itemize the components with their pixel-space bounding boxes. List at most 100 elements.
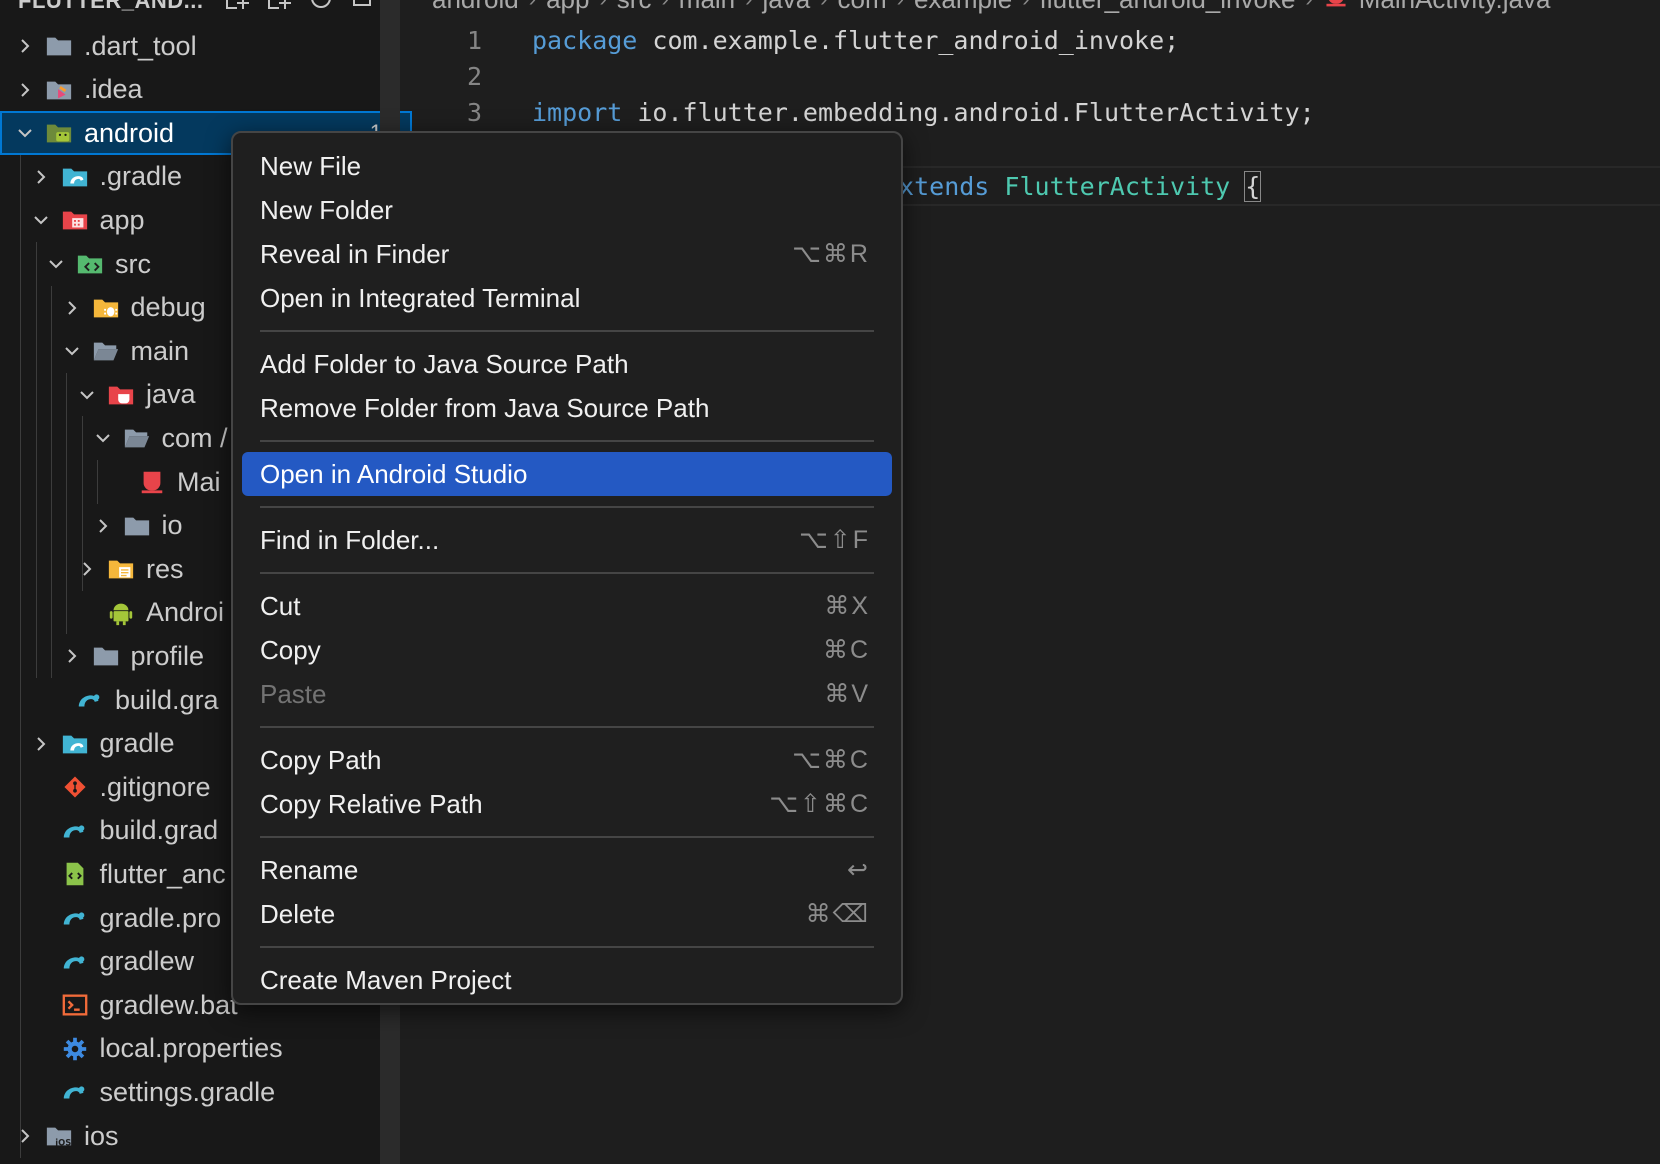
menu-item-copy[interactable]: Copy ⌘C [242, 628, 892, 672]
menu-item-create-maven-project[interactable]: Create Maven Project [242, 958, 892, 1002]
menu-item-shortcut: ⌘⌫ [805, 900, 870, 928]
menu-item-shortcut: ⌘C [822, 636, 870, 664]
menu-item-copy-path[interactable]: Copy Path ⌥⌘C [242, 738, 892, 782]
tree-item-label: local.properties [99, 1033, 283, 1064]
new-file-icon[interactable] [223, 0, 251, 18]
menu-item-cut[interactable]: Cut ⌘X [242, 584, 892, 628]
menu-item-paste: Paste ⌘V [242, 672, 892, 716]
code-line[interactable]: 3 import io.flutter.embedding.android.Flu… [400, 94, 1660, 130]
code-line[interactable]: 1 package com.example.flutter_android_inv… [400, 22, 1660, 58]
gradle-folder-icon [58, 729, 92, 759]
tree-item-label: Mai [177, 466, 221, 497]
menu-item-copy-relative-path[interactable]: Copy Relative Path ⌥⇧⌘C [242, 782, 892, 826]
menu-item-reveal-in-finder[interactable]: Reveal in Finder ⌥⌘R [242, 232, 892, 276]
menu-item-label: Cut [260, 590, 301, 621]
breadcrumb-item[interactable]: src [617, 0, 652, 15]
menu-item-shortcut: ⌥⌘R [792, 240, 870, 268]
tree-item-label: src [115, 248, 151, 279]
folder-icon [89, 641, 123, 671]
folder-icon [120, 511, 154, 541]
menu-separator [260, 836, 874, 838]
indent-guide [97, 460, 98, 504]
android-folder-icon [42, 118, 76, 148]
chevron-right-icon [12, 1127, 38, 1145]
menu-item-new-file[interactable]: New File [242, 144, 892, 188]
tree-item[interactable]: iOS ios [0, 1114, 412, 1158]
menu-item-shortcut: ↩ [847, 856, 870, 884]
menu-separator [260, 572, 874, 574]
chevron-right-icon [28, 735, 54, 753]
tree-item-label: app [99, 204, 145, 235]
breadcrumb-item[interactable]: com [838, 0, 887, 15]
menu-item-label: Reveal in Finder [260, 238, 450, 269]
idea-folder-icon [42, 75, 76, 105]
tree-item[interactable]: .idea [0, 68, 412, 112]
tree-item[interactable]: .dart_tool [0, 24, 412, 68]
menu-item-label: Copy Relative Path [260, 788, 483, 819]
tree-item-label: debug [130, 292, 206, 323]
breadcrumb-item[interactable]: app [546, 0, 589, 15]
menu-separator [260, 330, 874, 332]
menu-item-shortcut: ⌥⇧F [798, 526, 870, 554]
chevron-right-icon [74, 560, 100, 578]
folder-open-icon [120, 423, 154, 453]
refresh-icon[interactable] [307, 0, 335, 18]
menu-item-open-in-android-studio[interactable]: Open in Android Studio [242, 452, 892, 496]
breadcrumb-item[interactable]: MainActivity.java [1359, 0, 1551, 15]
menu-item-new-folder[interactable]: New Folder [242, 188, 892, 232]
git-icon [58, 772, 92, 802]
menu-item-label: New Folder [260, 194, 393, 225]
breadcrumb-item[interactable]: main [679, 0, 735, 15]
android-file-icon [104, 598, 138, 628]
new-folder-icon[interactable] [265, 0, 293, 18]
menu-item-add-folder-to-java-source-path[interactable]: Add Folder to Java Source Path [242, 342, 892, 386]
menu-item-open-in-integrated-terminal[interactable]: Open in Integrated Terminal [242, 276, 892, 320]
breadcrumb-separator-icon: › [661, 0, 668, 12]
code-token: FlutterActivity [1004, 171, 1231, 201]
tree-item-label: .gitignore [99, 771, 211, 802]
code-token: io.flutter.embedding.android.FlutterActi… [622, 97, 1315, 127]
gear-icon [58, 1034, 92, 1064]
folder-open-icon [89, 336, 123, 366]
code-line[interactable]: 2 [400, 58, 1660, 94]
menu-item-label: New File [260, 150, 362, 181]
tree-item-label: .gradle [99, 161, 183, 192]
breadcrumb: android › app › src › main › java › com › example › fl… [432, 0, 1550, 14]
gradle-file-icon [73, 685, 107, 715]
java-folder-icon [104, 380, 138, 410]
collapse-all-icon[interactable] [349, 0, 377, 18]
code-token: com.example.flutter_android_invoke; [637, 25, 1180, 55]
indent-guide [36, 242, 37, 678]
menu-item-delete[interactable]: Delete ⌘⌫ [242, 892, 892, 936]
breadcrumb-separator-icon: › [745, 0, 752, 12]
breadcrumb-separator-icon: › [599, 0, 606, 12]
menu-item-find-in-folder[interactable]: Find in Folder... ⌥⇧F [242, 518, 892, 562]
tree-item-label: io [161, 510, 183, 541]
menu-item-label: Remove Folder from Java Source Path [260, 392, 710, 423]
breadcrumb-item[interactable]: flutter_android_invoke [1040, 0, 1296, 15]
chevron-right-icon [59, 647, 85, 665]
breadcrumb-item[interactable]: android [432, 0, 519, 15]
chevron-down-icon [74, 386, 100, 404]
tree-item-label: java [146, 379, 196, 410]
gradle-file-icon [58, 903, 92, 933]
gradle-folder-icon [58, 162, 92, 192]
tree-item[interactable]: local.properties [0, 1027, 428, 1071]
menu-item-label: Add Folder to Java Source Path [260, 348, 629, 379]
breadcrumb-item[interactable]: example [914, 0, 1012, 15]
tree-item-label: gradlew [99, 946, 195, 977]
line-number: 1 [466, 25, 482, 55]
svg-text:iOS: iOS [55, 1137, 71, 1147]
menu-item-label: Open in Android Studio [260, 458, 528, 489]
breadcrumb-item[interactable]: java [762, 0, 810, 15]
menu-item-remove-folder-from-java-source-path[interactable]: Remove Folder from Java Source Path [242, 386, 892, 430]
menu-item-rename[interactable]: Rename ↩ [242, 848, 892, 892]
menu-separator [260, 726, 874, 728]
tree-item-label: .idea [84, 74, 143, 105]
menu-separator [260, 506, 874, 508]
tree-item[interactable]: settings.gradle [0, 1070, 428, 1114]
explorer-header: FLUTTER_AND... [0, 0, 398, 16]
menu-separator [260, 440, 874, 442]
tree-item-label: gradlew.bat [99, 989, 238, 1020]
